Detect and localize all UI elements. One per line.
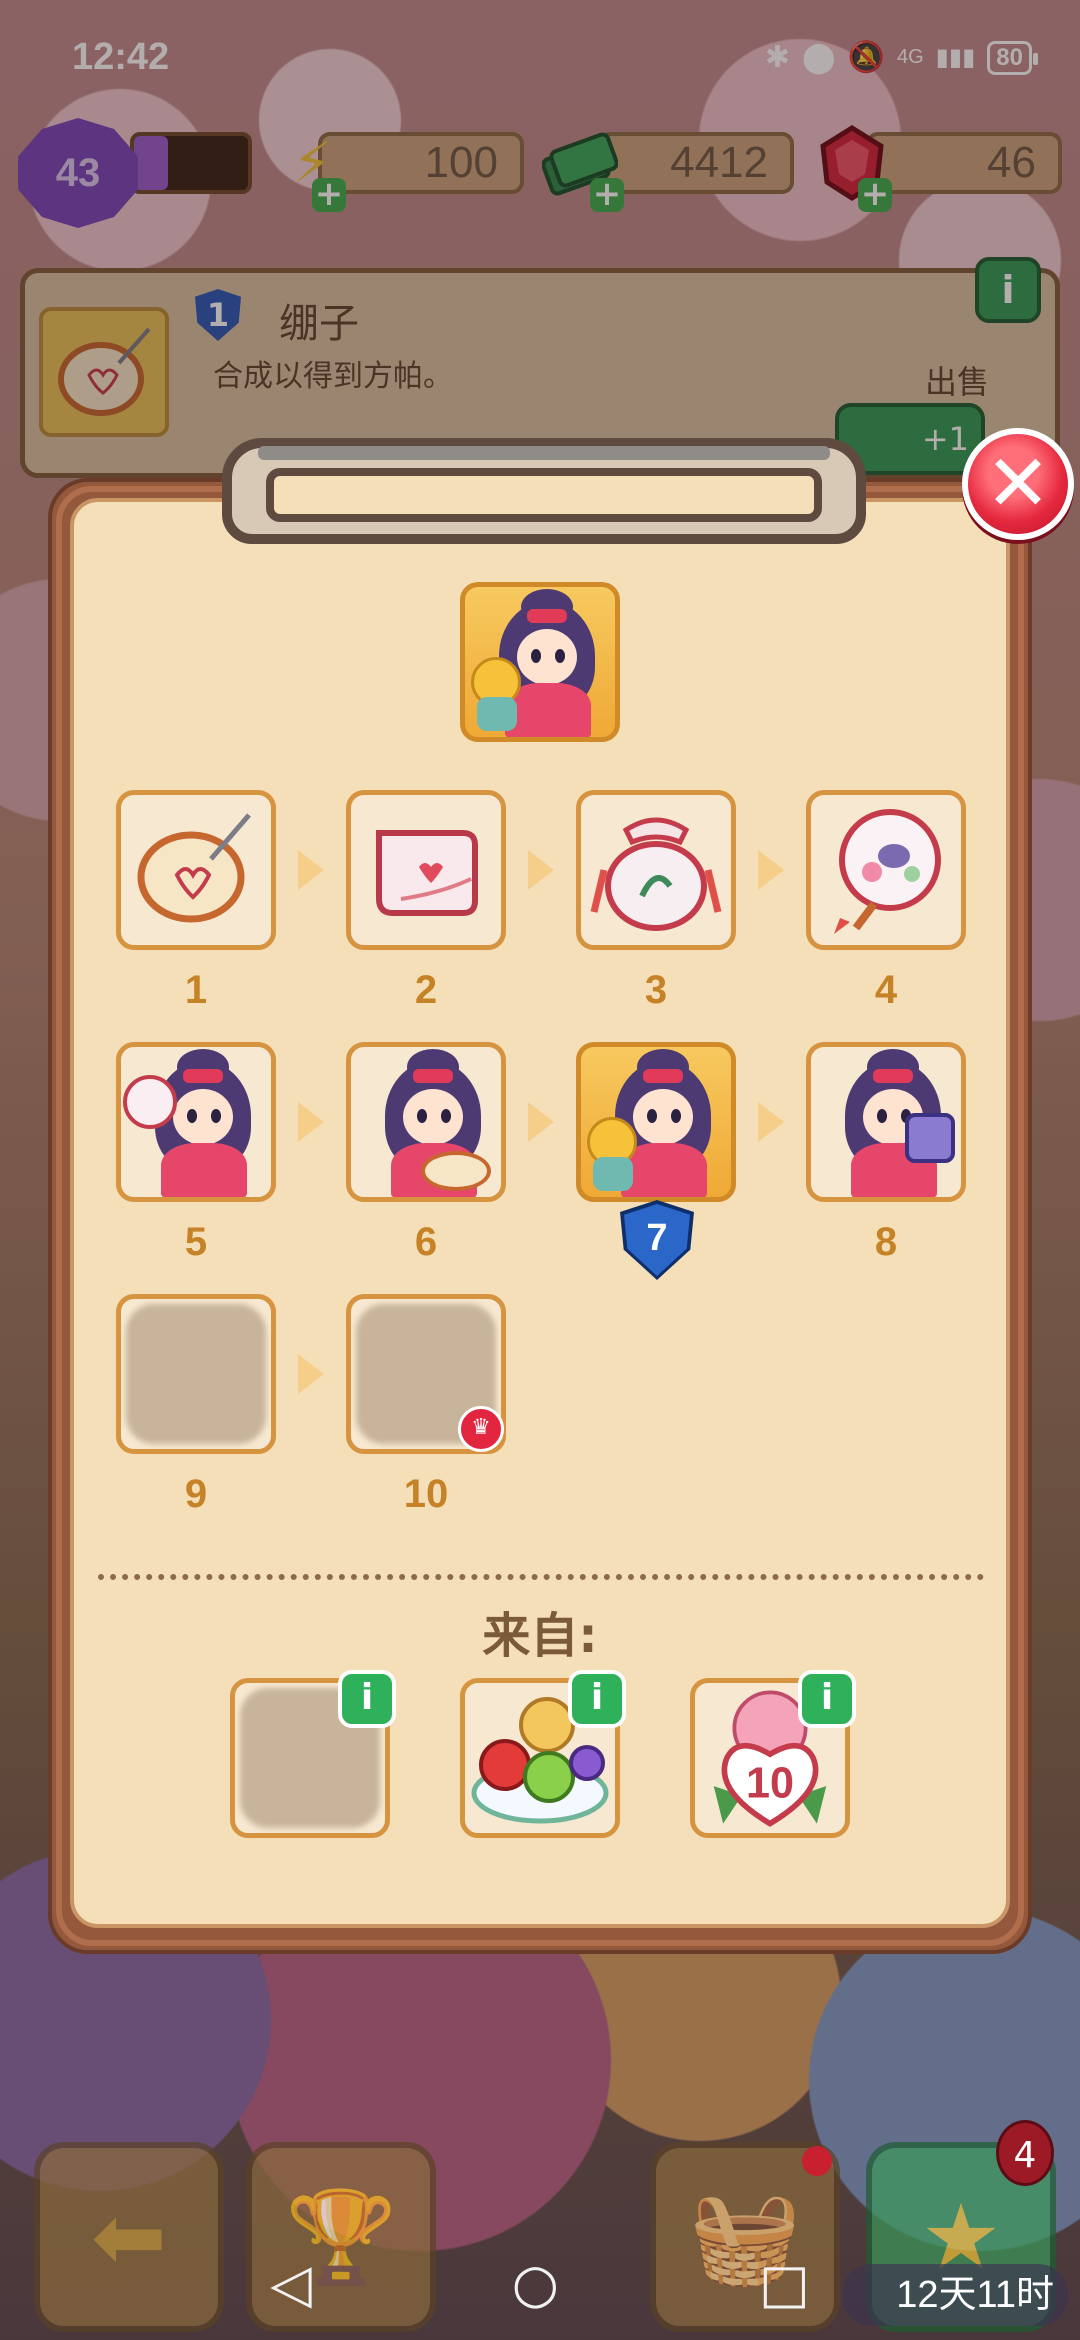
chain-item-6[interactable] (346, 1042, 506, 1202)
chain-item-8[interactable] (806, 1042, 966, 1202)
chain-item-7[interactable] (576, 1042, 736, 1202)
chain-arrow (758, 1102, 784, 1142)
chain-item-3[interactable] (576, 790, 736, 950)
chain-item-num: 8 (874, 1220, 898, 1264)
notification-dot (802, 2146, 832, 2176)
chain-item-num: 1 (184, 968, 208, 1012)
chain-arrow (528, 850, 554, 890)
clipboard-clip (222, 438, 866, 548)
chain-item-5[interactable] (116, 1042, 276, 1202)
chain-arrow (528, 1102, 554, 1142)
crown-icon: ♛ (458, 1406, 504, 1452)
featured-item-tile[interactable] (460, 582, 620, 742)
nav-home-icon[interactable]: ○ (512, 2252, 559, 2315)
source-3-info-button[interactable]: i (798, 1670, 856, 1728)
lady-with-flowers-icon (581, 1047, 731, 1197)
source-2-info-button[interactable]: i (568, 1670, 626, 1728)
handkerchief-icon (376, 830, 478, 916)
from-label: 来自: (482, 1608, 598, 1664)
chain-item-2[interactable] (346, 790, 506, 950)
chain-item-num: 9 (184, 1472, 208, 1516)
chain-item-num: 4 (874, 968, 898, 1012)
chain-item-4[interactable] (806, 790, 966, 950)
nav-recents-icon[interactable]: □ (759, 2252, 810, 2315)
source-3-value: 10 (746, 1759, 794, 1807)
chain-arrow (758, 850, 784, 890)
chain-item-num: 2 (414, 968, 438, 1012)
source-1-info-button[interactable]: i (338, 1670, 396, 1728)
lady-with-flowers-icon (465, 587, 615, 737)
close-button[interactable]: ✕ (962, 428, 1074, 540)
lady-with-gift-icon (811, 1047, 961, 1197)
lady-with-fan-icon (121, 1047, 271, 1197)
clip-hole (266, 468, 822, 522)
chain-item-num: 5 (184, 1220, 208, 1264)
lady-embroidering-icon (351, 1047, 501, 1197)
clip-bar (258, 446, 830, 460)
chain-arrow (298, 1354, 324, 1394)
system-nav-bar: ◁ ○ □ (0, 2226, 1080, 2340)
chain-arrow (298, 850, 324, 890)
chain-item-1[interactable] (116, 790, 276, 950)
chain-item-num: 10 (403, 1472, 449, 1516)
section-divider (98, 1574, 984, 1580)
close-icon: ✕ (985, 439, 1051, 529)
chain-item-9-locked[interactable] (116, 1294, 276, 1454)
chain-item-num: 3 (644, 968, 668, 1012)
event-count-badge: 4 (996, 2120, 1054, 2186)
nav-back-icon[interactable]: ◁ (270, 2252, 312, 2315)
round-fan-icon (834, 809, 941, 934)
chain-arrow (298, 1102, 324, 1142)
embroidery-hoop-icon (137, 813, 251, 923)
pouch-icon (590, 817, 722, 931)
chain-item-num: 6 (414, 1220, 438, 1264)
hidden-item (126, 1304, 266, 1444)
